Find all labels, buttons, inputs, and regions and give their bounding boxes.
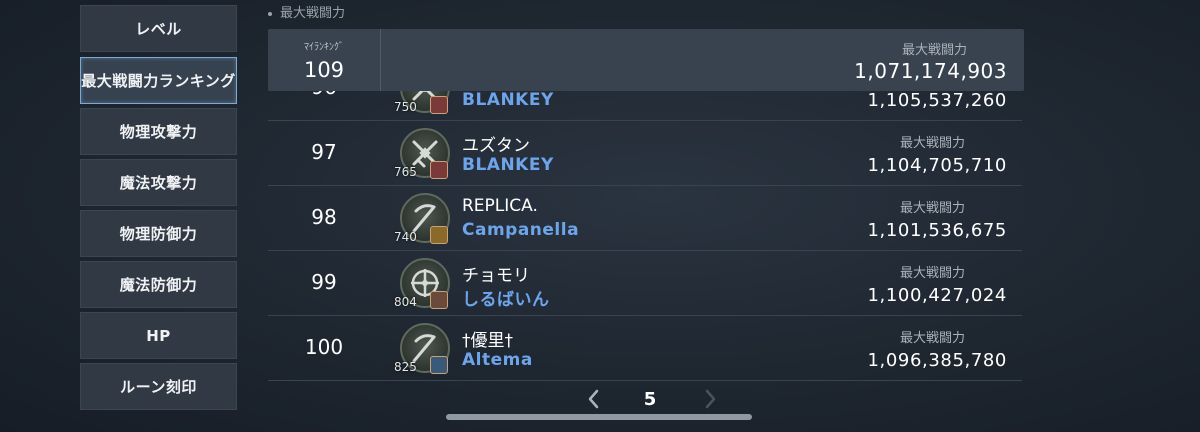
guild-name: Campanella bbox=[462, 220, 580, 240]
power-value: 1,104,705,710 bbox=[867, 155, 1007, 176]
sidebar-item-label: 魔法防御力 bbox=[119, 276, 198, 294]
home-indicator[interactable] bbox=[446, 414, 752, 420]
player-name: †優里† bbox=[462, 331, 513, 351]
sidebar-item-magic-defense[interactable]: 魔法防御力 bbox=[80, 261, 237, 308]
sidebar-item-physical-attack[interactable]: 物理攻撃力 bbox=[80, 108, 237, 155]
guild-name: BLANKEY bbox=[462, 155, 554, 175]
power-label: 最大戦闘力 bbox=[899, 136, 965, 151]
sidebar-item-magic-attack[interactable]: 魔法攻撃力 bbox=[80, 159, 237, 206]
player-level: 825 bbox=[394, 360, 417, 374]
sidebar-item-label: レベル bbox=[135, 20, 182, 38]
rank-number: 96 bbox=[268, 91, 380, 99]
rank-number: 99 bbox=[311, 270, 337, 294]
rank-number: 97 bbox=[311, 140, 337, 164]
power-value: 1,100,427,024 bbox=[867, 285, 1007, 306]
power-label: 最大戦闘力 bbox=[899, 266, 965, 281]
player-name: チョモリ bbox=[462, 266, 530, 286]
page-number: 5 bbox=[643, 389, 657, 410]
guild-name: しるばいん bbox=[462, 290, 550, 310]
power-value: 1,101,536,675 bbox=[867, 220, 1007, 241]
power-value: 1,105,537,260 bbox=[867, 91, 1007, 111]
player-name: REPLICA. bbox=[462, 196, 538, 216]
sidebar-item-label: 最大戦闘力ランキング bbox=[81, 72, 236, 90]
sidebar-item-label: 物理攻撃力 bbox=[119, 123, 198, 141]
my-rank-value: 109 bbox=[303, 58, 345, 82]
power-value: 1,096,385,780 bbox=[867, 350, 1007, 371]
player-level: 804 bbox=[394, 295, 417, 309]
player-level: 765 bbox=[394, 165, 417, 179]
sidebar-item-label: HP bbox=[146, 326, 171, 345]
guild-name: Altema bbox=[462, 350, 533, 370]
player-name: ユズタン bbox=[462, 136, 530, 156]
sidebar-item-label: 魔法攻撃力 bbox=[119, 174, 198, 192]
sidebar-item-rune-engraving[interactable]: ルーン刻印 bbox=[80, 363, 237, 410]
guild-crest-icon bbox=[430, 356, 448, 374]
chevron-left-icon[interactable] bbox=[586, 388, 602, 410]
sidebar-item-level[interactable]: レベル bbox=[80, 5, 237, 52]
power-label: 最大戦闘力 bbox=[899, 331, 965, 346]
rank-number: 98 bbox=[311, 205, 337, 229]
my-power-value: 1,071,174,903 bbox=[854, 59, 1007, 83]
ranking-row[interactable]: 98 740 REPLICA. Campanella 最大戦闘力 1,101,5… bbox=[268, 186, 1022, 251]
section-label: 最大戦闘力 bbox=[268, 2, 345, 21]
ranking-row[interactable]: 97 765 ユズタン BLANKEY 最大戦闘力 1,104,705,710 bbox=[268, 121, 1022, 186]
guild-crest-icon bbox=[430, 96, 448, 114]
sidebar-item-hp[interactable]: HP bbox=[80, 312, 237, 359]
guild-crest-icon bbox=[430, 291, 448, 309]
guild-name: BLANKEY bbox=[462, 91, 554, 110]
guild-crest-icon bbox=[430, 226, 448, 244]
power-label: 最大戦闘力 bbox=[899, 201, 965, 216]
player-level: 750 bbox=[394, 100, 417, 114]
ranking-row[interactable]: 100 825 †優里† Altema 最大戦闘力 1,096,385,780 bbox=[268, 316, 1022, 381]
guild-crest-icon bbox=[430, 161, 448, 179]
ranking-row[interactable]: 99 804 チョモリ しるばいん 最大戦闘力 1,100,427,024 bbox=[268, 251, 1022, 316]
ranking-row[interactable]: 96 750 BLANKEY 1,105,537,260 bbox=[268, 91, 1022, 121]
bullet-icon bbox=[268, 11, 272, 16]
sidebar-item-max-power-ranking[interactable]: 最大戦闘力ランキング bbox=[80, 57, 237, 104]
sidebar-item-physical-defense[interactable]: 物理防御力 bbox=[80, 210, 237, 257]
my-ranking-header: ﾏｲﾗﾝｷﾝｸﾞ 109 最大戦闘力 1,071,174,903 bbox=[268, 29, 1024, 91]
chevron-right-icon[interactable] bbox=[702, 388, 718, 410]
sidebar-item-label: ルーン刻印 bbox=[120, 378, 197, 396]
ranking-list[interactable]: 96 750 BLANKEY 1,105,537,260 97 765 ユズタン… bbox=[268, 91, 1024, 383]
my-rank-box: ﾏｲﾗﾝｷﾝｸﾞ 109 bbox=[268, 29, 381, 91]
sidebar-item-label: 物理防御力 bbox=[119, 225, 198, 243]
my-rank-label: ﾏｲﾗﾝｷﾝｸﾞ bbox=[304, 42, 344, 53]
rank-number: 100 bbox=[304, 335, 344, 359]
my-power-label: 最大戦闘力 bbox=[901, 43, 967, 58]
player-level: 740 bbox=[394, 230, 417, 244]
